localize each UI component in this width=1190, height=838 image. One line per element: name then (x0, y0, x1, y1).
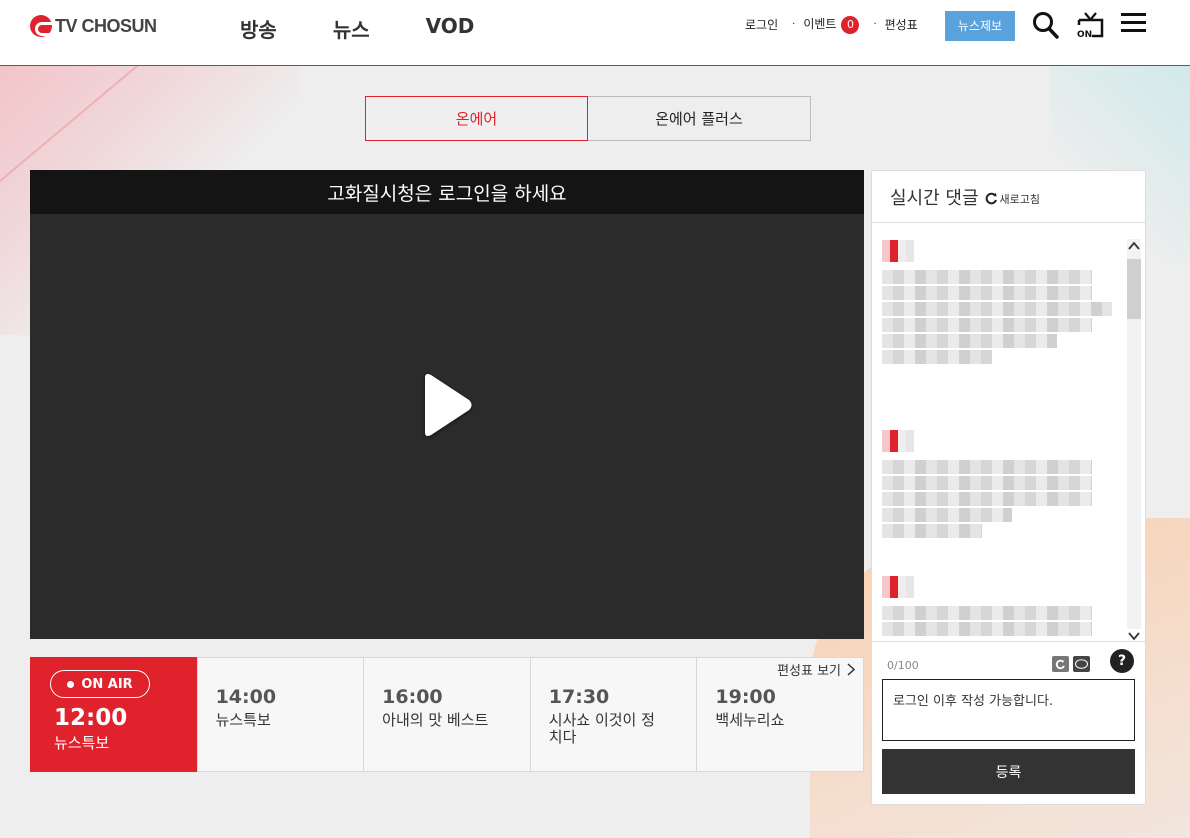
blurred-comment-line (882, 524, 982, 538)
login-link[interactable]: 로그인 (745, 16, 778, 33)
refresh-icon (985, 192, 997, 205)
char-count: 0/100 (887, 659, 919, 672)
now-playing[interactable]: ON AIR 12:00 뉴스특보 (30, 657, 197, 772)
schedule-item[interactable]: 14:00 뉴스특보 (196, 658, 364, 771)
event-count-badge: 0 (841, 16, 860, 34)
blurred-comment-line (882, 492, 1092, 506)
event-link[interactable]: 이벤트 0 (803, 15, 860, 34)
on-air-badge: ON AIR (50, 670, 150, 698)
schedule-view-link[interactable]: 편성표 보기 (777, 660, 855, 679)
svg-text:ON: ON (1077, 30, 1092, 40)
channel-tabs: 온에어 온에어 플러스 (365, 96, 811, 141)
comments-header: 실시간 댓글 새로고침 (872, 171, 1145, 223)
schedule-strip: ON AIR 12:00 뉴스특보 14:00 뉴스특보 16:00 아내의 맛… (30, 657, 864, 772)
schedule-title: 뉴스특보 (215, 711, 271, 729)
schedule-item[interactable]: 17:30 시사쇼 이것이 정치다 (529, 658, 697, 771)
nav-broadcast[interactable]: 방송 (240, 14, 277, 43)
separator-dot: · (873, 19, 877, 30)
news-tip-button[interactable]: 뉴스제보 (945, 11, 1015, 41)
blurred-comment-line (882, 460, 1092, 474)
list-item (882, 240, 1112, 364)
play-icon[interactable] (417, 370, 477, 440)
comments-title: 실시간 댓글 (890, 187, 979, 209)
blurred-avatar (882, 240, 914, 262)
chevron-right-icon (847, 663, 855, 676)
comments-scrollbar[interactable] (1127, 239, 1141, 641)
schedule-view-label: 편성표 보기 (777, 664, 841, 679)
blurred-avatar (882, 576, 914, 598)
scroll-thumb[interactable] (1127, 259, 1141, 319)
chevron-up-icon[interactable] (1128, 241, 1140, 253)
list-item (882, 430, 1092, 538)
chosun-share-icon[interactable] (1052, 656, 1069, 672)
tv-on-icon[interactable]: ON (1076, 10, 1106, 44)
site-header: TV CHOSUN 방송 뉴스 VOD 로그인 · 이벤트 0 · 편성표 뉴스제… (0, 0, 1190, 66)
share-icons (1052, 656, 1090, 672)
logo-text: TV CHOSUN (55, 15, 157, 36)
list-item (882, 576, 1092, 636)
now-title: 뉴스특보 (54, 734, 110, 752)
blurred-comment-line (882, 334, 1057, 348)
blurred-comment-line (882, 622, 1092, 636)
kakao-talk-icon[interactable] (1073, 656, 1090, 672)
schedule-item[interactable]: 16:00 아내의 맛 베스트 (363, 658, 530, 771)
nav-news[interactable]: 뉴스 (333, 14, 370, 43)
tab-onair[interactable]: 온에어 (365, 96, 588, 141)
separator-dot: · (792, 19, 796, 30)
schedule-title: 백세누리쇼 (715, 711, 785, 729)
menu-icon[interactable] (1121, 10, 1147, 38)
schedule-title: 아내의 맛 베스트 (382, 711, 489, 729)
event-label: 이벤트 (803, 17, 837, 31)
schedule-title: 시사쇼 이것이 정치다 (548, 711, 655, 746)
logo-mark-icon (30, 15, 52, 37)
refresh-button[interactable]: 새로고침 (985, 191, 1040, 207)
main-nav: 방송 뉴스 VOD (240, 14, 474, 43)
blurred-comment-line (882, 302, 1112, 316)
now-time: 12:00 (54, 705, 128, 731)
schedule-link[interactable]: 편성표 (885, 16, 918, 33)
login-notice[interactable]: 고화질시청은 로그인을 하세요 (30, 170, 864, 214)
schedule-time: 17:30 (548, 686, 610, 708)
blurred-comment-line (882, 508, 1012, 522)
blurred-comment-line (882, 606, 1092, 620)
nav-vod[interactable]: VOD (426, 14, 475, 43)
schedule-time: 14:00 (215, 686, 277, 708)
comment-compose: 0/100 ? 등록 (872, 641, 1145, 804)
on-air-label: ON AIR (81, 676, 133, 692)
video-player[interactable]: 고화질시청은 로그인을 하세요 (30, 170, 864, 639)
refresh-label: 새로고침 (999, 192, 1041, 206)
blurred-comment-line (882, 476, 1092, 490)
live-dot-icon (67, 680, 75, 688)
live-comments-panel: 실시간 댓글 새로고침 0/100 ? 로그인 이후 작성 가능합니다. 등록 (871, 170, 1146, 805)
schedule-time: 19:00 (715, 686, 776, 708)
schedule-item[interactable]: 편성표 보기 19:00 백세누리쇼 (696, 658, 863, 771)
help-button[interactable]: ? (1110, 649, 1134, 673)
tab-onair-plus[interactable]: 온에어 플러스 (588, 96, 811, 141)
search-icon[interactable] (1032, 10, 1060, 44)
comment-input[interactable] (882, 679, 1135, 741)
tv-chosun-logo[interactable]: TV CHOSUN (30, 15, 157, 37)
blurred-comment-line (882, 286, 1092, 300)
submit-button[interactable]: 등록 (882, 749, 1135, 794)
comments-list (872, 224, 1145, 639)
schedule-time: 16:00 (382, 686, 443, 708)
blurred-comment-line (882, 270, 1092, 284)
blurred-comment-line (882, 318, 1092, 332)
blurred-comment-line (882, 350, 992, 364)
blurred-avatar (882, 430, 914, 452)
util-menu: 로그인 · 이벤트 0 · 편성표 (745, 15, 918, 34)
